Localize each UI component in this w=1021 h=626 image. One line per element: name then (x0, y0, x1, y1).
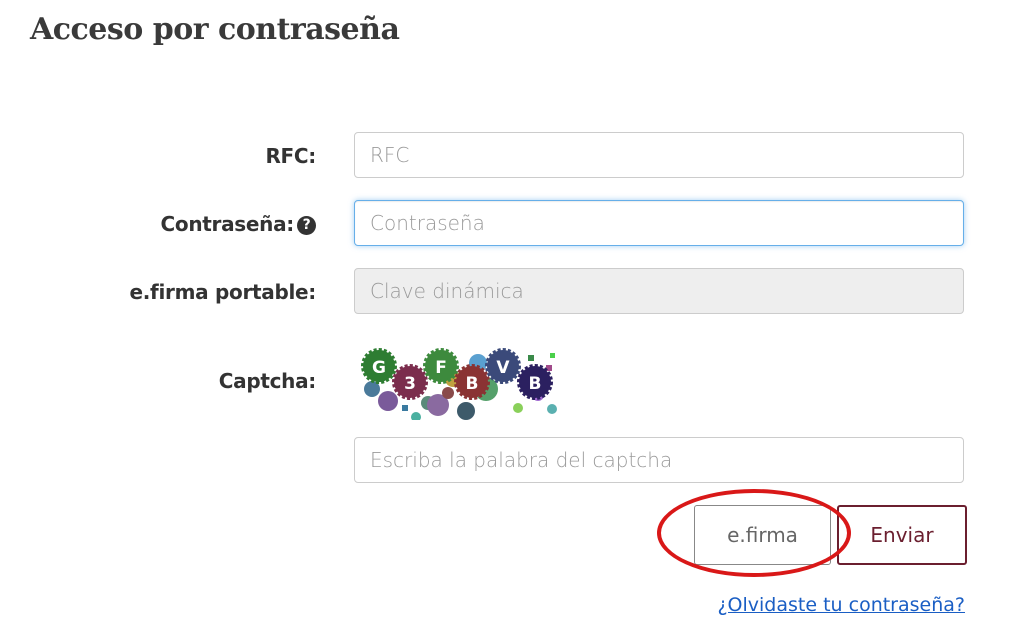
password-input[interactable] (354, 200, 964, 246)
rfc-label: RFC: (265, 144, 316, 168)
svg-text:G: G (372, 358, 386, 378)
question-circle-icon[interactable]: ? (297, 216, 316, 235)
efirma-button[interactable]: e.firma (694, 505, 831, 565)
svg-text:F: F (435, 358, 447, 378)
svg-text:3: 3 (404, 374, 416, 394)
captcha-label: Captcha: (218, 369, 317, 393)
password-label-row: Contraseña:? (56, 212, 316, 236)
rfc-input[interactable] (354, 132, 964, 178)
svg-text:B: B (466, 374, 479, 394)
svg-text:B: B (529, 374, 542, 394)
forgot-password-link[interactable]: ¿Olvidaste tu contraseña? (717, 594, 965, 616)
enviar-button[interactable]: Enviar (837, 505, 967, 565)
captcha-input[interactable] (354, 437, 964, 483)
page-title: Acceso por contraseña (30, 12, 400, 47)
efirma-portable-input[interactable] (354, 268, 964, 314)
captcha-image: G 3 F B V B (358, 345, 560, 422)
efirma-portable-label: e.firma portable: (129, 280, 317, 304)
svg-text:V: V (496, 358, 510, 378)
password-label: Contraseña: (160, 212, 295, 236)
